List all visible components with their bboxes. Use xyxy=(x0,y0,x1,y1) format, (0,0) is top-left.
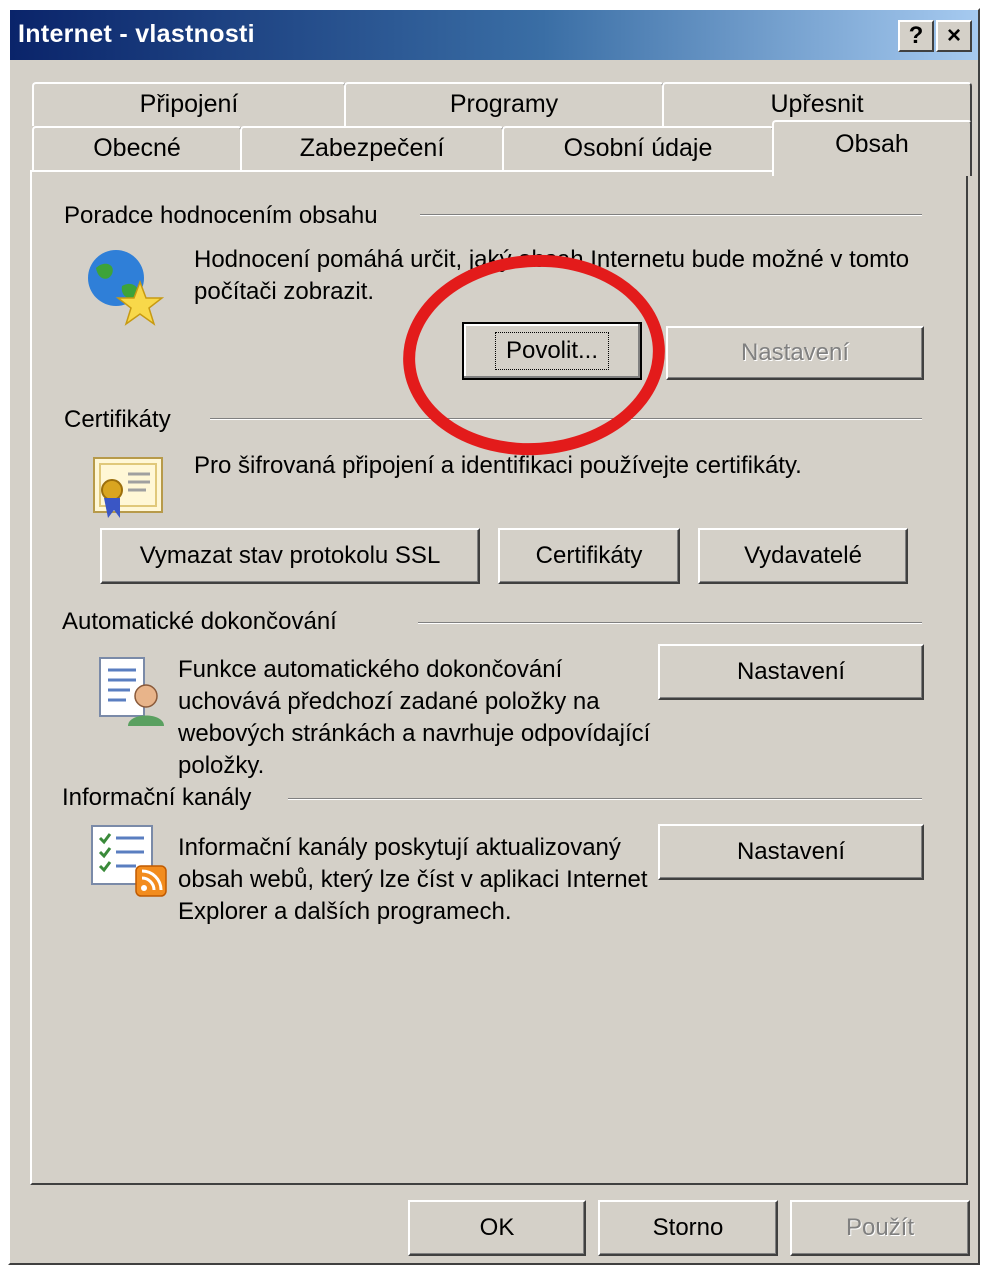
help-button[interactable]: ? xyxy=(898,20,934,52)
autocomplete-form-icon xyxy=(99,657,164,726)
autocomplete-divider xyxy=(418,622,922,624)
tab-connections[interactable]: Připojení xyxy=(32,82,346,126)
globe-star-icon xyxy=(88,250,164,326)
clear-ssl-state-button[interactable]: Vymazat stav protokolu SSL xyxy=(100,528,480,584)
feeds-description: Informační kanály poskytují aktualizovan… xyxy=(178,834,648,925)
window-title: Internet - vlastnosti xyxy=(18,20,255,48)
tab-content[interactable]: Obsah xyxy=(772,120,972,176)
autocomplete-description: Funkce automatického dokončování uchováv… xyxy=(178,656,651,779)
content-advisor-settings-button: Nastavení xyxy=(666,326,924,380)
close-button[interactable]: × xyxy=(936,20,972,52)
tab-general[interactable]: Obecné xyxy=(32,126,242,170)
certificates-description: Pro šifrovaná připojení a identifikaci p… xyxy=(194,452,802,479)
certificates-heading: Certifikáty xyxy=(64,406,177,434)
apply-button: Použít xyxy=(790,1200,970,1256)
feeds-settings-button[interactable]: Nastavení xyxy=(658,824,924,880)
certificate-icon xyxy=(93,457,163,518)
content-advisor-heading: Poradce hodnocením obsahu xyxy=(64,202,384,230)
content-advisor-divider xyxy=(420,214,922,216)
internet-options-dialog: Internet - vlastnosti ? × Připojení Prog… xyxy=(8,8,980,1265)
close-icon: × xyxy=(946,22,961,49)
tab-privacy[interactable]: Osobní údaje xyxy=(502,126,774,170)
ok-button[interactable]: OK xyxy=(408,1200,586,1256)
tab-programs[interactable]: Programy xyxy=(344,82,664,126)
feeds-heading: Informační kanály xyxy=(62,784,258,812)
autocomplete-heading: Automatické dokončování xyxy=(62,608,343,636)
title-bar[interactable]: Internet - vlastnosti ? × xyxy=(10,10,978,60)
tab-security[interactable]: Zabezpečení xyxy=(240,126,504,170)
feeds-divider xyxy=(288,798,922,800)
certificates-button[interactable]: Certifikáty xyxy=(498,528,680,584)
publishers-button[interactable]: Vydavatelé xyxy=(698,528,908,584)
autocomplete-settings-button[interactable]: Nastavení xyxy=(658,644,924,700)
cancel-button[interactable]: Storno xyxy=(598,1200,778,1256)
rss-feed-icon xyxy=(91,825,167,897)
